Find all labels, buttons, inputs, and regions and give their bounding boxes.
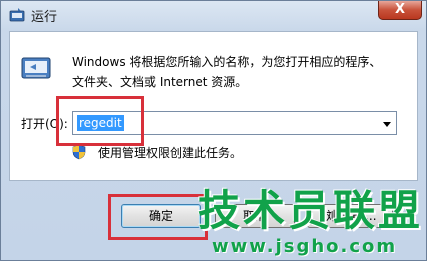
uac-shield-icon: [72, 144, 86, 160]
run-app-icon: [9, 7, 25, 23]
watermark-url: www.jsgho.com: [212, 236, 398, 257]
dropdown-arrow-icon[interactable]: [382, 118, 392, 128]
close-button[interactable]: X: [378, 1, 422, 20]
run-program-icon: [20, 52, 52, 84]
window-title: 运行: [31, 10, 58, 25]
description-line-2: 文件夹、文档或 Internet 资源。: [72, 75, 248, 89]
description-text: Windows 将根据您所输入的名称，为您打开相应的程序、 文件夹、文档或 In…: [72, 52, 392, 92]
admin-privilege-note: 使用管理权限创建此任务。: [98, 146, 243, 160]
site-watermark: 技术员联盟 www.jsgho.com: [198, 186, 423, 261]
description-line-1: Windows 将根据您所输入的名称，为您打开相应的程序、: [72, 55, 382, 69]
highlight-ok-button: [108, 194, 208, 240]
title-bar[interactable]: 运行 X: [1, 1, 426, 29]
highlight-open-field: [56, 96, 144, 146]
watermark-main-text: 技术员联盟: [198, 186, 424, 235]
